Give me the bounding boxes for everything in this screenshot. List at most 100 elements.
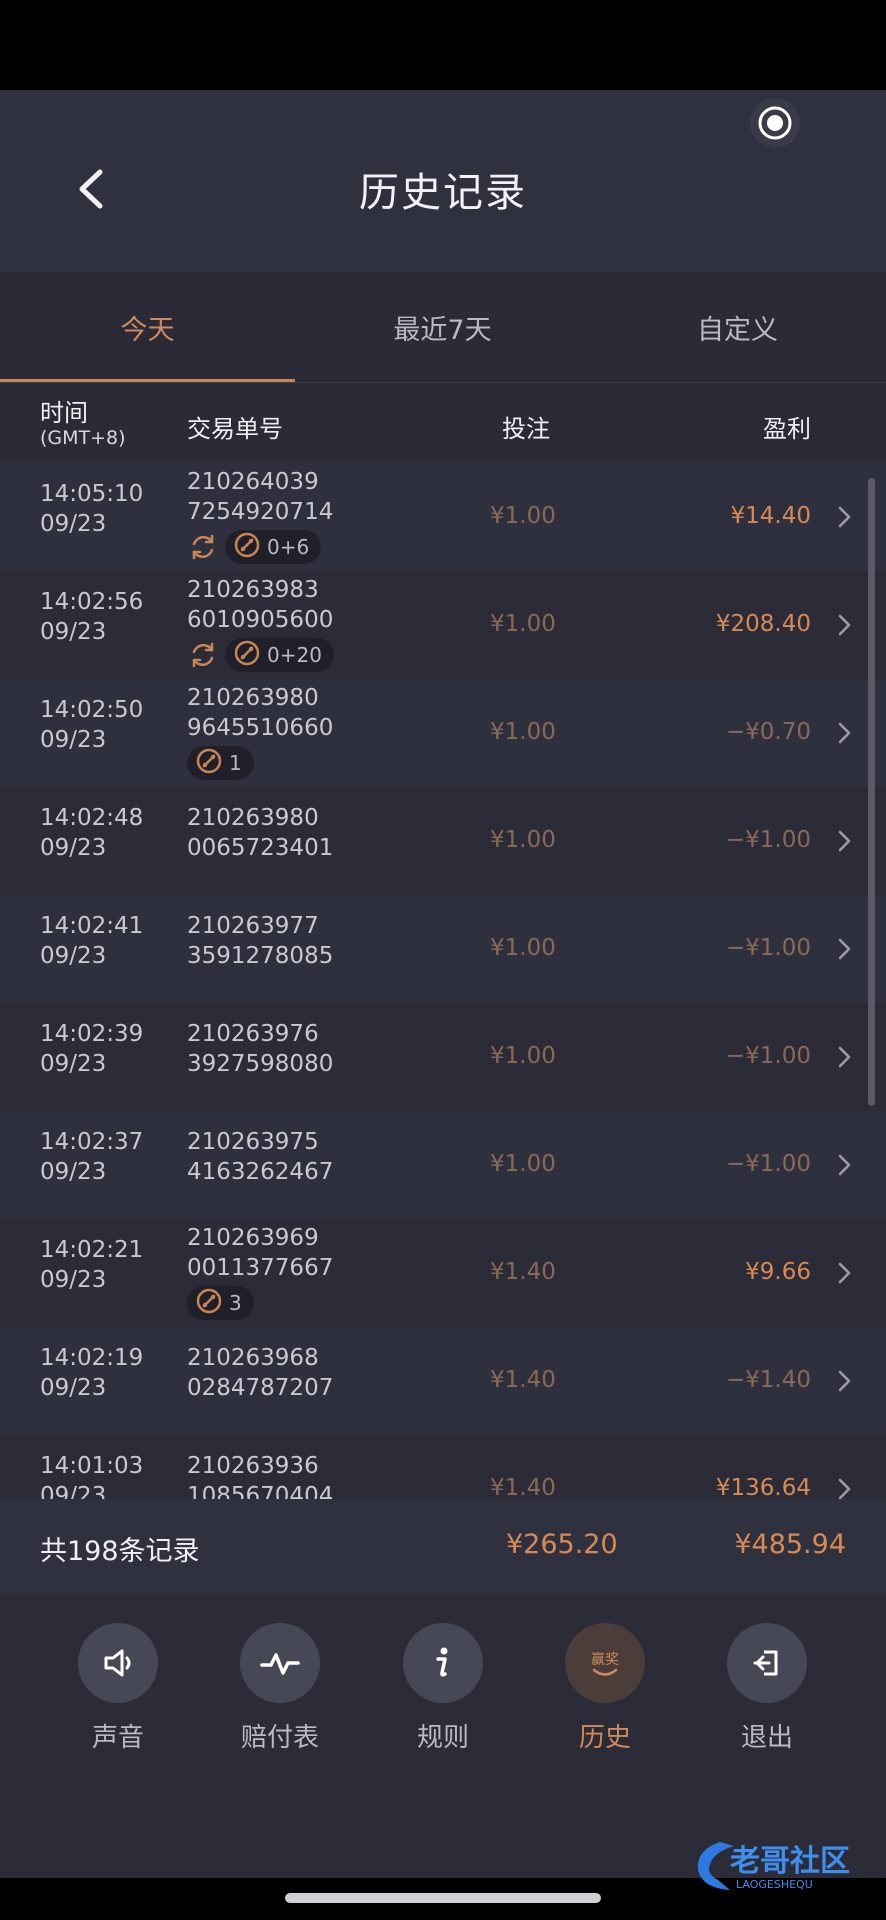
- chevron-right-icon[interactable]: [836, 935, 854, 963]
- record-date: 09/23: [40, 943, 107, 969]
- order-number-line1: 210263969: [187, 1225, 319, 1251]
- nav-exit-button[interactable]: [727, 1623, 807, 1703]
- chevron-right-icon[interactable]: [836, 1259, 854, 1287]
- free-spin-count: 3: [229, 1291, 242, 1315]
- order-number-line1: 210263980: [187, 805, 319, 831]
- summary-bar: 共198条记录 ¥265.20 ¥485.94: [0, 1499, 886, 1593]
- record-time: 14:02:39 09/23: [40, 1019, 143, 1079]
- record-profit: ¥9.66: [745, 1259, 811, 1285]
- record-time: 14:02:21 09/23: [40, 1235, 143, 1295]
- record-bet: ¥1.40: [490, 1475, 556, 1499]
- order-number-line2: 4163262467: [187, 1159, 334, 1185]
- page-title: 历史记录: [359, 170, 527, 216]
- record-bet: ¥1.00: [490, 1043, 556, 1069]
- chevron-right-icon[interactable]: [836, 827, 854, 855]
- tab-last-7-days[interactable]: 最近7天: [295, 272, 590, 382]
- nav-history[interactable]: 赢奖 历史: [545, 1623, 665, 1754]
- free-spin-badge: 3: [187, 1286, 254, 1320]
- record-time-clock: 14:02:48: [40, 805, 144, 831]
- chevron-right-icon[interactable]: [836, 503, 854, 531]
- record-time: 14:02:56 09/23: [40, 587, 143, 647]
- record-time: 14:02:48 09/23: [40, 803, 143, 863]
- column-bet: 投注: [502, 415, 550, 443]
- free-spin-badge: 0+6: [225, 530, 322, 564]
- nav-paytable[interactable]: 赔付表: [220, 1623, 340, 1754]
- chevron-right-icon[interactable]: [836, 611, 854, 639]
- record-row[interactable]: 14:02:50 09/23 210263980 9645510660 1 ¥1.00 −¥…: [0, 679, 886, 787]
- record-row[interactable]: 14:01:03 09/23 210263936 1085670404 ¥1.40 ¥13…: [0, 1435, 886, 1499]
- record-order-number: 210263980 9645510660: [187, 683, 333, 743]
- record-order-number: 210263975 4163262467: [187, 1127, 333, 1187]
- nav-sound[interactable]: 声音: [58, 1623, 178, 1754]
- order-number-line2: 1085670404: [187, 1483, 334, 1499]
- watermark-subtext: LAOGESHEQU: [736, 1878, 813, 1891]
- record-order-number: 210263968 0284787207: [187, 1343, 333, 1403]
- record-profit: ¥136.64: [715, 1475, 811, 1499]
- record-date: 09/23: [40, 727, 107, 753]
- header: 历史记录: [0, 90, 886, 272]
- status-bar: [0, 0, 886, 90]
- record-profit: −¥1.00: [725, 1043, 811, 1069]
- record-time-clock: 14:02:50: [40, 697, 144, 723]
- order-number-line2: 6010905600: [187, 607, 334, 633]
- chevron-right-icon[interactable]: [836, 719, 854, 747]
- history-badge-text: 赢奖: [591, 1651, 619, 1668]
- record-tags: 0+6: [187, 529, 322, 565]
- watermark-logo: 老哥社区 LAOGESHEQU: [697, 1842, 850, 1891]
- order-number-line1: 210263975: [187, 1129, 319, 1155]
- nav-rules-button[interactable]: [403, 1623, 483, 1703]
- nav-exit[interactable]: 退出: [707, 1623, 827, 1754]
- chevron-right-icon[interactable]: [836, 1151, 854, 1179]
- record-row[interactable]: 14:02:37 09/23 210263975 4163262467 ¥1.00 −¥1…: [0, 1111, 886, 1219]
- tab-today[interactable]: 今天: [0, 272, 295, 382]
- nav-paytable-label: 赔付表: [240, 1723, 319, 1753]
- watermark-text: 老哥社区: [730, 1844, 850, 1879]
- chevron-right-icon[interactable]: [836, 1367, 854, 1395]
- record-time: 14:05:10 09/23: [40, 479, 143, 539]
- exit-icon: [753, 1650, 778, 1676]
- record-bet: ¥1.00: [490, 719, 556, 745]
- record-row[interactable]: 14:02:48 09/23 210263980 0065723401 ¥1.00 −¥1…: [0, 787, 886, 895]
- home-indicator[interactable]: [285, 1893, 601, 1903]
- record-row[interactable]: 14:02:39 09/23 210263976 3927598080 ¥1.00 −¥1…: [0, 1003, 886, 1111]
- order-number-line2: 9645510660: [187, 715, 334, 741]
- record-row[interactable]: 14:02:56 09/23 210263983 6010905600 0+20 ¥1.0…: [0, 571, 886, 679]
- record-bet: ¥1.00: [490, 827, 556, 853]
- record-profit: −¥1.40: [725, 1367, 811, 1393]
- nav-sound-button[interactable]: [78, 1623, 158, 1703]
- free-spin-badge: 1: [187, 746, 254, 780]
- record-row[interactable]: 14:02:41 09/23 210263977 3591278085 ¥1.00 −¥1…: [0, 895, 886, 1003]
- order-number-line1: 210263977: [187, 913, 319, 939]
- total-profit: ¥485.94: [734, 1529, 846, 1560]
- record-list[interactable]: 14:05:10 09/23 210264039 7254920714 0+6 ¥1.00…: [0, 463, 886, 1499]
- record-tags: 1: [187, 745, 254, 781]
- scrollbar[interactable]: [868, 478, 875, 1106]
- tab-custom[interactable]: 自定义: [590, 272, 885, 382]
- nav-sound-label: 声音: [91, 1723, 144, 1753]
- nav-history-button[interactable]: 赢奖: [565, 1623, 645, 1703]
- order-number-line1: 210263976: [187, 1021, 319, 1047]
- record-time: 14:02:37 09/23: [40, 1127, 143, 1187]
- record-tags: 3: [187, 1285, 254, 1321]
- free-spin-icon: [195, 1287, 223, 1320]
- nav-rules[interactable]: 规则: [383, 1623, 503, 1754]
- record-row[interactable]: 14:02:21 09/23 210263969 0011377667 3 ¥1.40 ¥9…: [0, 1219, 886, 1327]
- record-row[interactable]: 14:05:10 09/23 210264039 7254920714 0+6 ¥1.00…: [0, 463, 886, 571]
- record-order-number: 210264039 7254920714: [187, 467, 333, 527]
- record-profit: ¥208.40: [715, 611, 811, 637]
- record-row[interactable]: 14:02:19 09/23 210263968 0284787207 ¥1.40 −¥1…: [0, 1327, 886, 1435]
- refresh-icon: [187, 639, 219, 671]
- free-spin-icon: [233, 531, 261, 564]
- chevron-right-icon[interactable]: [836, 1475, 854, 1499]
- screen-record-button[interactable]: [750, 98, 800, 148]
- column-time: 时间: [40, 399, 88, 427]
- record-time-clock: 14:02:21: [40, 1237, 144, 1263]
- nav-paytable-button[interactable]: [240, 1623, 320, 1703]
- record-bet: ¥1.40: [490, 1259, 556, 1285]
- column-timezone: (GMT+8): [40, 427, 126, 449]
- nav-rules-label: 规则: [416, 1723, 469, 1753]
- pulse-icon: [260, 1653, 300, 1675]
- record-time-clock: 14:05:10: [40, 481, 144, 507]
- chevron-right-icon[interactable]: [836, 1043, 854, 1071]
- record-date: 09/23: [40, 1051, 107, 1077]
